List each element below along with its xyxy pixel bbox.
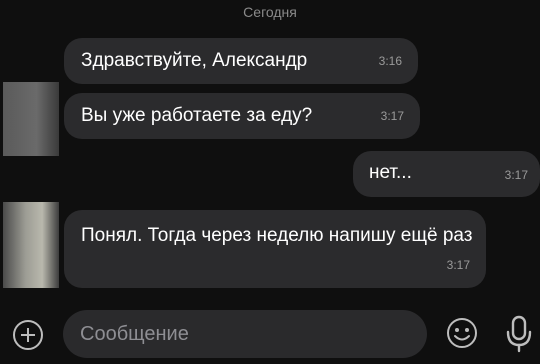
message-bubble-incoming[interactable]: Понял. Тогда через неделю напишу ещё раз… [64,210,486,288]
sender-avatar[interactable] [3,202,59,288]
message-time: 3:16 [378,54,402,68]
message-bubble-outgoing[interactable]: нет... 3:17 [353,151,540,197]
message-bubble-incoming[interactable]: Вы уже работаете за еду? 3:17 [64,93,420,139]
message-time: 3:17 [446,258,470,272]
message-text: Понял. Тогда через неделю напишу ещё раз [81,225,473,246]
microphone-icon[interactable] [505,315,533,353]
emoji-icon[interactable] [446,317,478,349]
message-input[interactable]: Сообщение [63,310,427,358]
sender-avatar[interactable] [3,82,59,156]
plus-icon[interactable] [13,320,43,350]
date-divider: Сегодня [243,4,297,20]
message-time: 3:17 [504,168,528,182]
message-text: Здравствуйте, Александр [81,50,308,71]
message-text: Вы уже работаете за еду? [81,105,313,126]
message-bubble-incoming[interactable]: Здравствуйте, Александр 3:16 [64,38,418,84]
composer-bar: Сообщение [0,305,540,364]
message-time: 3:17 [380,109,404,123]
message-text: нет... [369,162,412,183]
